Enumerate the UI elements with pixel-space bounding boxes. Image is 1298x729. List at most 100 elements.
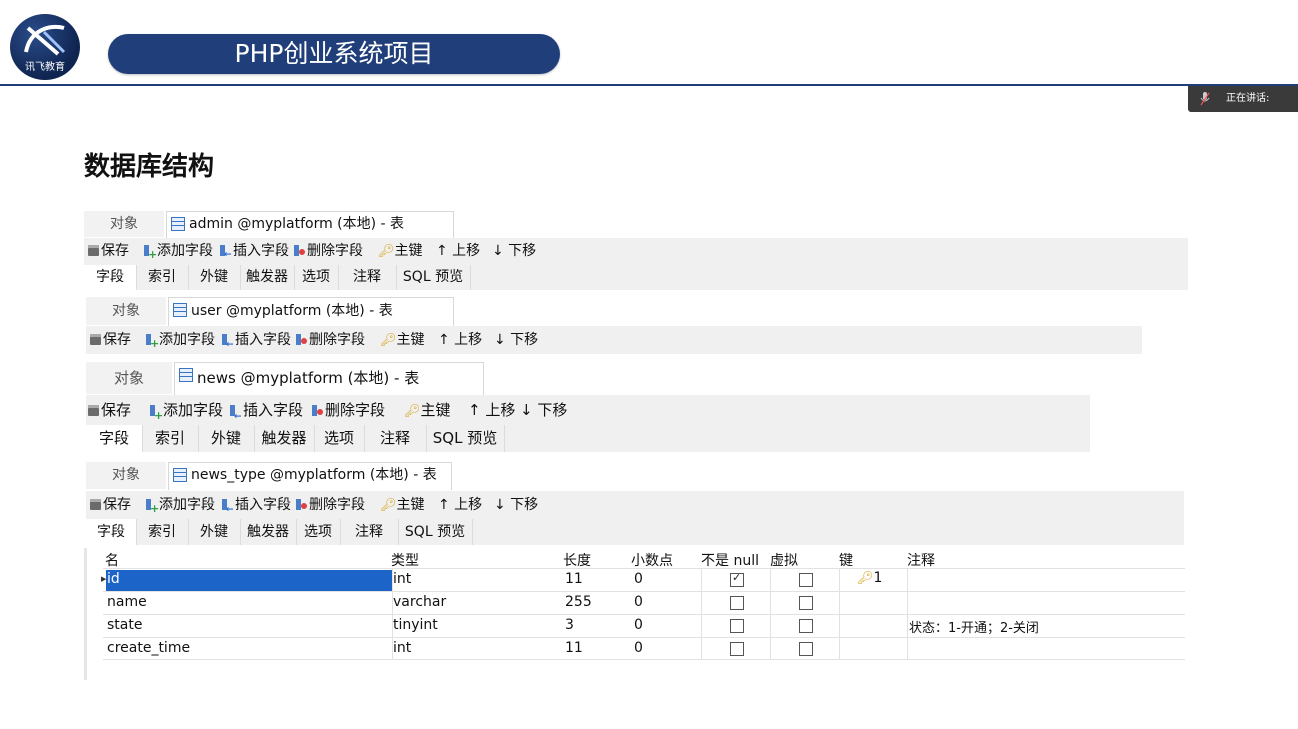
cell-length[interactable]: 255 <box>565 594 592 610</box>
cell-length[interactable]: 11 <box>565 640 583 656</box>
tab-table-admin[interactable]: admin @myplatform (本地) - 表 <box>166 211 454 238</box>
col-header-name[interactable]: 名 <box>105 550 119 570</box>
virtual-checkbox[interactable] <box>799 573 813 587</box>
table-icon <box>173 468 187 482</box>
cell-decimals[interactable]: 0 <box>634 640 643 656</box>
cell-length[interactable]: 11 <box>565 571 583 587</box>
subtab-comments[interactable]: 注释 <box>364 425 427 452</box>
save-button[interactable]: 保存 <box>88 238 129 265</box>
move-down-button[interactable]: ↓ 下移 <box>492 238 536 265</box>
subtab-triggers[interactable]: 触发器 <box>240 519 297 545</box>
cell-type[interactable]: int <box>393 571 411 587</box>
primary-key-button[interactable]: 🔑︎主键 <box>378 238 423 265</box>
save-button[interactable]: 保存 <box>90 491 131 519</box>
insert-field-button[interactable]: 插入字段 <box>220 238 289 269</box>
delete-field-button[interactable]: 删除字段 <box>296 491 365 519</box>
not-null-checkbox[interactable] <box>730 596 744 610</box>
subtab-fields[interactable]: 字段 <box>84 265 137 290</box>
primary-key-label: 主键 <box>420 401 451 419</box>
col-header-type[interactable]: 类型 <box>391 550 419 570</box>
subtab-indexes[interactable]: 索引 <box>136 265 189 290</box>
tab-objects[interactable]: 对象 <box>86 362 172 394</box>
delete-field-button[interactable]: 删除字段 <box>296 326 365 354</box>
subtab-options[interactable]: 选项 <box>294 265 339 290</box>
cell-decimals[interactable]: 0 <box>634 617 643 633</box>
cell-decimals[interactable]: 0 <box>634 594 643 610</box>
delete-field-button[interactable]: 删除字段 <box>294 238 363 265</box>
move-up-button[interactable]: ↑ 上移 <box>438 491 482 519</box>
subtab-sql-preview[interactable]: SQL 预览 <box>396 265 471 290</box>
move-up-button[interactable]: ↑ 上移 <box>438 326 482 354</box>
add-field-button[interactable]: 添加字段 <box>150 395 223 431</box>
subtab-options[interactable]: 选项 <box>314 425 365 452</box>
move-down-button[interactable]: ↓ 下移 <box>494 491 538 519</box>
toolbar: 保存 添加字段 插入字段 删除字段 🔑︎主键 ↑ 上移 ↓ 下移 <box>86 395 1090 432</box>
subtab-sql-preview[interactable]: SQL 预览 <box>398 519 473 545</box>
not-null-checkbox[interactable] <box>730 619 744 633</box>
cell-type[interactable]: tinyint <box>393 617 438 633</box>
insert-field-button[interactable]: 插入字段 <box>222 491 291 524</box>
move-up-button[interactable]: ↑ 上移 <box>468 395 515 425</box>
subtab-fields[interactable]: 字段 <box>86 519 137 545</box>
cell-type[interactable]: int <box>393 640 411 656</box>
tab-objects[interactable]: 对象 <box>84 211 164 237</box>
col-header-not-null[interactable]: 不是 null <box>701 550 759 570</box>
primary-key-button[interactable]: 🔑︎主键 <box>380 491 425 520</box>
cell-name[interactable]: name <box>107 594 147 610</box>
cell-decimals[interactable]: 0 <box>634 571 643 587</box>
save-button[interactable]: 保存 <box>90 326 131 354</box>
tab-objects[interactable]: 对象 <box>86 462 166 489</box>
subtab-comments[interactable]: 注释 <box>340 519 399 545</box>
add-field-button[interactable]: 添加字段 <box>146 326 215 358</box>
subtab-options[interactable]: 选项 <box>296 519 341 545</box>
insert-field-button[interactable]: 插入字段 <box>222 326 291 359</box>
tab-table-user[interactable]: user @myplatform (本地) - 表 <box>168 297 454 326</box>
col-header-decimals[interactable]: 小数点 <box>631 550 673 570</box>
save-button[interactable]: 保存 <box>88 395 131 425</box>
row-divider <box>103 659 1185 660</box>
tab-label: user @myplatform (本地) - 表 <box>191 303 393 319</box>
key-icon: 🔑︎ <box>380 498 397 513</box>
primary-key-button[interactable]: 🔑︎主键 <box>404 395 451 427</box>
add-field-button[interactable]: 添加字段 <box>144 238 213 268</box>
tab-table-news[interactable]: news @myplatform (本地) - 表 <box>174 362 484 395</box>
insert-field-button[interactable]: 插入字段 <box>230 395 303 432</box>
subtab-sql-preview[interactable]: SQL 预览 <box>426 425 505 452</box>
tab-table-news-type[interactable]: news_type @myplatform (本地) - 表 <box>168 462 452 490</box>
subtab-triggers[interactable]: 触发器 <box>254 425 315 452</box>
cell-name[interactable]: create_time <box>107 640 190 656</box>
col-header-key[interactable]: 键 <box>839 550 853 570</box>
primary-key-button[interactable]: 🔑︎主键 <box>380 326 425 355</box>
header-divider <box>0 84 1298 86</box>
virtual-checkbox[interactable] <box>799 619 813 633</box>
subtab-foreign-keys[interactable]: 外键 <box>188 265 241 290</box>
cell-name[interactable]: id <box>107 571 120 587</box>
subtab-indexes[interactable]: 索引 <box>142 425 199 452</box>
not-null-checkbox[interactable] <box>730 571 744 587</box>
subtab-foreign-keys[interactable]: 外键 <box>198 425 255 452</box>
subtab-triggers[interactable]: 触发器 <box>240 265 295 290</box>
virtual-checkbox[interactable] <box>799 642 813 656</box>
cell-comment[interactable]: 状态：1-开通；2-关闭 <box>909 617 1039 636</box>
cell-name[interactable]: state <box>107 617 142 633</box>
col-header-comment[interactable]: 注释 <box>907 550 935 570</box>
cell-key[interactable]: 🔑︎1 <box>857 570 882 586</box>
cell-length[interactable]: 3 <box>565 617 574 633</box>
col-header-virtual[interactable]: 虚拟 <box>770 550 798 570</box>
toolbar: 保存 添加字段 插入字段 删除字段 🔑︎主键 ↑ 上移 ↓ 下移 <box>86 491 1184 524</box>
add-field-label: 添加字段 <box>159 497 215 513</box>
move-down-button[interactable]: ↓ 下移 <box>520 395 567 425</box>
col-header-length[interactable]: 长度 <box>563 550 591 570</box>
add-field-button[interactable]: 添加字段 <box>146 491 215 523</box>
subtab-indexes[interactable]: 索引 <box>136 519 189 545</box>
subtab-foreign-keys[interactable]: 外键 <box>188 519 241 545</box>
subtab-comments[interactable]: 注释 <box>338 265 397 290</box>
cell-type[interactable]: varchar <box>393 594 446 610</box>
move-down-button[interactable]: ↓ 下移 <box>494 326 538 354</box>
tab-objects[interactable]: 对象 <box>86 297 166 325</box>
virtual-checkbox[interactable] <box>799 596 813 610</box>
move-up-button[interactable]: ↑ 上移 <box>436 238 480 265</box>
delete-field-button[interactable]: 删除字段 <box>312 395 385 425</box>
not-null-checkbox[interactable] <box>730 642 744 656</box>
subtab-fields[interactable]: 字段 <box>86 425 143 452</box>
